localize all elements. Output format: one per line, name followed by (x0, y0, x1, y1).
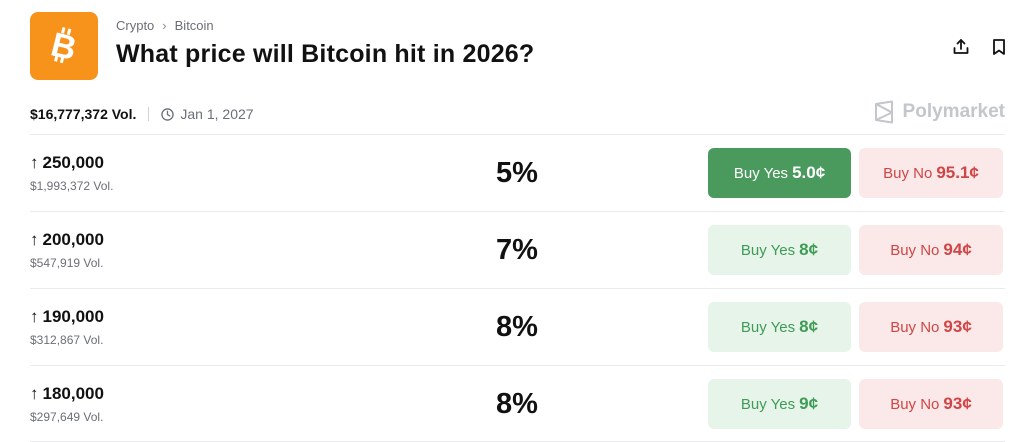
outcome-label: ↑ 190,000 (30, 307, 104, 327)
buy-no-button[interactable]: Buy No 94¢ (859, 225, 1003, 275)
arrow-up-icon: ↑ (30, 230, 39, 249)
arrow-up-icon: ↑ (30, 384, 39, 403)
header-actions (950, 36, 1010, 58)
outcome-chance: 8% (496, 388, 538, 420)
end-date: Jan 1, 2027 (161, 106, 254, 122)
total-volume: $16,777,372 Vol. (30, 106, 137, 122)
arrow-up-icon: ↑ (30, 153, 39, 172)
outcome-chance: 5% (496, 157, 538, 189)
buy-no-price: 93¢ (943, 394, 972, 413)
buy-yes-button[interactable]: Buy Yes 8¢ (708, 302, 851, 352)
outcome-label: ↑ 180,000 (30, 384, 104, 404)
outcome-row[interactable]: ↑ 190,000 $312,867 Vol. 8% Buy Yes 8¢ Buy … (30, 288, 1005, 365)
clock-icon (161, 107, 175, 121)
breadcrumb-crypto[interactable]: Crypto (116, 18, 154, 33)
meta-divider (148, 107, 150, 121)
outcome-price-level: 190,000 (42, 307, 104, 326)
outcome-label: ↑ 250,000 (30, 153, 104, 173)
outcome-row[interactable]: ↑ 250,000 $1,993,372 Vol. 5% Buy Yes 5.0¢ … (30, 134, 1005, 211)
breadcrumb: Crypto › Bitcoin (116, 18, 214, 33)
polymarket-logo-icon (874, 100, 893, 124)
outcome-price-level: 200,000 (42, 230, 104, 249)
outcome-volume: $312,867 Vol. (30, 333, 104, 347)
buy-yes-label: Buy Yes (740, 241, 796, 259)
chevron-right-icon: › (162, 18, 167, 33)
buy-yes-price: 9¢ (799, 394, 819, 413)
buy-yes-button[interactable]: Buy Yes 8¢ (708, 225, 851, 275)
buy-no-button[interactable]: Buy No 93¢ (859, 302, 1003, 352)
outcome-row[interactable]: ↑ 180,000 $297,649 Vol. 8% Buy Yes 9¢ Buy … (30, 365, 1005, 442)
buy-no-price: 93¢ (943, 317, 972, 336)
market-meta: $16,777,372 Vol. Jan 1, 2027 Polymarket (30, 100, 1005, 128)
buy-no-label: Buy No (883, 164, 933, 182)
outcome-chance: 8% (496, 311, 538, 343)
end-date-text: Jan 1, 2027 (180, 106, 254, 122)
outcome-price-level: 250,000 (42, 153, 104, 172)
arrow-up-icon: ↑ (30, 307, 39, 326)
buy-yes-label: Buy Yes (740, 318, 796, 336)
bookmark-icon[interactable] (988, 36, 1010, 58)
share-icon[interactable] (950, 36, 972, 58)
bitcoin-logo-icon: B (30, 12, 98, 80)
outcome-row[interactable]: ↑ 200,000 $547,919 Vol. 7% Buy Yes 8¢ Buy … (30, 211, 1005, 288)
buy-yes-button[interactable]: Buy Yes 5.0¢ (708, 148, 851, 198)
buy-no-button[interactable]: Buy No 95.1¢ (859, 148, 1003, 198)
buy-no-label: Buy No (890, 241, 940, 259)
buy-yes-price: 8¢ (799, 317, 819, 336)
breadcrumb-bitcoin[interactable]: Bitcoin (175, 18, 214, 33)
buy-no-price: 95.1¢ (936, 163, 979, 182)
outcome-volume: $297,649 Vol. (30, 410, 104, 424)
buy-yes-label: Buy Yes (740, 395, 796, 413)
market-header: B Crypto › Bitcoin What price will Bitco… (30, 12, 1010, 82)
buy-no-button[interactable]: Buy No 93¢ (859, 379, 1003, 429)
outcome-list: ↑ 250,000 $1,993,372 Vol. 5% Buy Yes 5.0¢ … (30, 134, 1005, 442)
buy-yes-button[interactable]: Buy Yes 9¢ (708, 379, 851, 429)
buy-no-label: Buy No (890, 318, 940, 336)
outcome-chance: 7% (496, 234, 538, 266)
brand: Polymarket (873, 100, 1005, 124)
buy-no-label: Buy No (890, 395, 940, 413)
buy-yes-price: 5.0¢ (792, 163, 826, 182)
outcome-label: ↑ 200,000 (30, 230, 104, 250)
page-title: What price will Bitcoin hit in 2026? (116, 40, 535, 68)
buy-yes-price: 8¢ (799, 240, 819, 259)
outcome-volume: $547,919 Vol. (30, 256, 104, 270)
outcome-price-level: 180,000 (42, 384, 104, 403)
brand-name: Polymarket (902, 101, 1005, 122)
buy-yes-label: Buy Yes (733, 164, 789, 182)
outcome-volume: $1,993,372 Vol. (30, 179, 114, 193)
buy-no-price: 94¢ (943, 240, 972, 259)
